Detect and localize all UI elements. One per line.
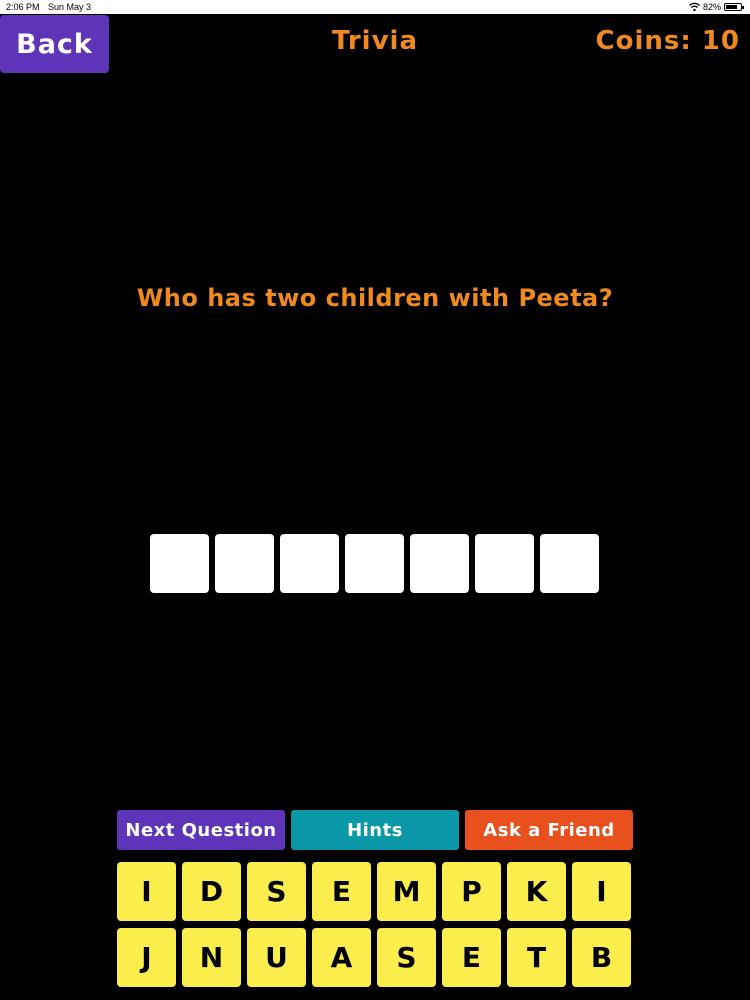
- answer-slot[interactable]: [150, 534, 209, 593]
- answer-slot[interactable]: [410, 534, 469, 593]
- next-question-button[interactable]: Next Question: [117, 810, 285, 850]
- answer-slots: [150, 534, 599, 593]
- status-date: Sun May 3: [48, 2, 92, 12]
- status-bar: 2:06 PM Sun May 3 82%: [0, 0, 750, 14]
- answer-slot[interactable]: [215, 534, 274, 593]
- battery-icon: [724, 3, 744, 11]
- letter-key[interactable]: E: [312, 862, 371, 921]
- question-text: Who has two children with Peeta?: [136, 284, 614, 312]
- letter-key[interactable]: J: [117, 928, 176, 987]
- letter-key[interactable]: B: [572, 928, 631, 987]
- letter-keyboard: IDSEMPKIJNUASETB: [117, 862, 631, 987]
- status-time: 2:06 PM: [6, 2, 40, 12]
- letter-key[interactable]: D: [182, 862, 241, 921]
- letter-key[interactable]: I: [572, 862, 631, 921]
- letter-key[interactable]: K: [507, 862, 566, 921]
- letter-key[interactable]: E: [442, 928, 501, 987]
- letter-key[interactable]: P: [442, 862, 501, 921]
- answer-slot[interactable]: [345, 534, 404, 593]
- ask-a-friend-button[interactable]: Ask a Friend: [465, 810, 633, 850]
- coins-counter: Coins: 10: [595, 26, 740, 56]
- letter-key[interactable]: S: [247, 862, 306, 921]
- wifi-icon: [689, 2, 700, 12]
- letter-key[interactable]: T: [507, 928, 566, 987]
- answer-slot[interactable]: [540, 534, 599, 593]
- letter-key[interactable]: I: [117, 862, 176, 921]
- hints-button[interactable]: Hints: [291, 810, 459, 850]
- letter-key[interactable]: M: [377, 862, 436, 921]
- battery-fill: [726, 5, 737, 9]
- letter-key[interactable]: U: [247, 928, 306, 987]
- answer-slot[interactable]: [475, 534, 534, 593]
- answer-slot[interactable]: [280, 534, 339, 593]
- letter-key[interactable]: S: [377, 928, 436, 987]
- status-indicators: 82%: [689, 0, 744, 14]
- battery-percent: 82%: [702, 2, 721, 12]
- letter-key[interactable]: A: [312, 928, 371, 987]
- letter-key[interactable]: N: [182, 928, 241, 987]
